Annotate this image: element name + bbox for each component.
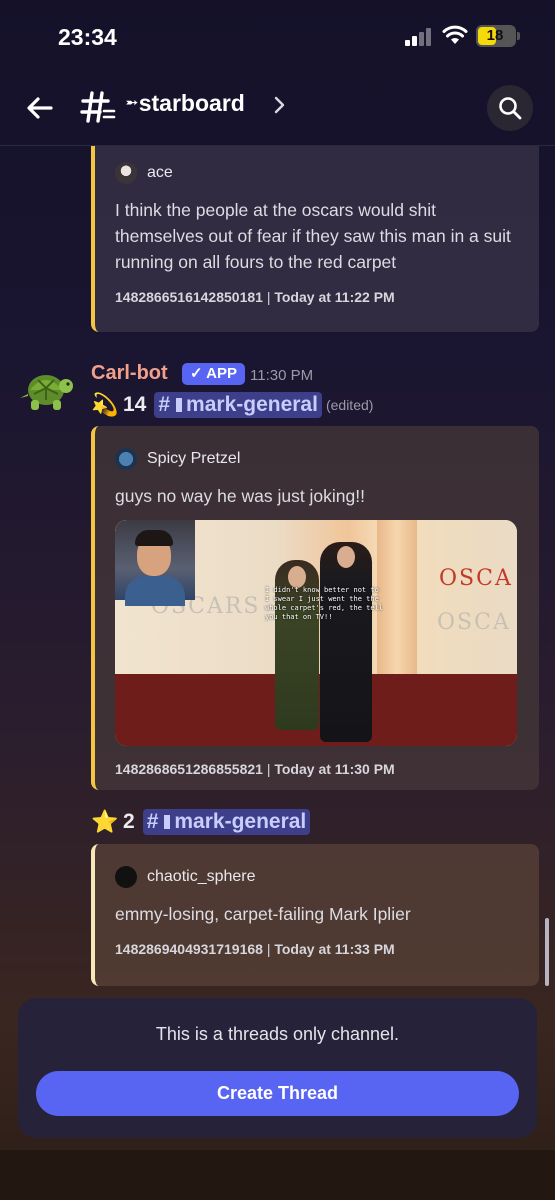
starboard-embed[interactable]: Spicy Pretzel guys no way he was just jo… bbox=[91, 426, 539, 790]
threads-channel-icon bbox=[80, 91, 116, 123]
battery-level: 18 bbox=[486, 27, 504, 44]
message-id: 1482869404931719168 bbox=[115, 941, 263, 957]
avatar bbox=[115, 162, 137, 184]
turtle-avatar[interactable] bbox=[16, 366, 74, 416]
starboard-embed[interactable]: chaotic_sphere emmy-losing, carpet-faili… bbox=[91, 844, 539, 986]
message-id: 1482866516142850181 bbox=[115, 289, 263, 305]
channel-header: ➵starboard bbox=[0, 76, 555, 146]
image-inset bbox=[115, 520, 195, 606]
channel-title[interactable]: ➵starboard bbox=[126, 90, 245, 117]
image-caption: I didn't know better not to I swear I ju… bbox=[265, 586, 384, 621]
star-count: 2 bbox=[123, 810, 135, 833]
chevron-right-icon[interactable] bbox=[272, 95, 286, 115]
channel-mention[interactable]: # mark-general bbox=[154, 392, 322, 418]
mention-hash: # bbox=[158, 393, 171, 416]
image-text-osca: OSCA bbox=[439, 566, 513, 591]
embed-text: I think the people at the oscars would s… bbox=[115, 200, 511, 272]
dizzy-star-icon: 💫 bbox=[91, 392, 119, 417]
status-bar: 23:34 18 bbox=[0, 0, 555, 76]
bottom-safe-area bbox=[0, 1150, 555, 1200]
image-text-osca-2: OSCA bbox=[437, 610, 511, 635]
cellular-signal-icon bbox=[405, 28, 433, 46]
message-timestamp: Today at 11:33 PM bbox=[274, 941, 395, 957]
footer-separator: | bbox=[266, 761, 271, 777]
embed-image[interactable]: OSCARS OSCA OSCA I didn't know better no… bbox=[115, 520, 517, 746]
mention-hash: # bbox=[146, 810, 159, 833]
message-author[interactable]: Carl-bot bbox=[91, 362, 168, 385]
mention-channel-name: mark-general bbox=[174, 810, 307, 833]
status-time: 23:34 bbox=[58, 24, 117, 50]
edited-label: (edited) bbox=[325, 397, 374, 413]
search-icon bbox=[499, 97, 522, 120]
embed-footer: 1482866516142850181 | Today at 11:22 PM bbox=[115, 289, 395, 305]
star-entry-header: ⭐ 2 # mark-general bbox=[91, 809, 311, 835]
avatar bbox=[115, 866, 137, 888]
search-button[interactable] bbox=[487, 85, 533, 131]
channel-name: starboard bbox=[138, 90, 245, 116]
avatar bbox=[115, 448, 137, 470]
channel-type-icon bbox=[164, 815, 171, 829]
app-badge: ✓ APP bbox=[182, 363, 246, 385]
footer-separator: | bbox=[266, 289, 271, 305]
arrow-left-icon[interactable] bbox=[24, 92, 56, 124]
embed-author: chaotic_sphere bbox=[115, 866, 256, 888]
channel-mention[interactable]: # mark-general bbox=[142, 809, 311, 835]
wifi-icon bbox=[442, 25, 468, 44]
message-timestamp: Today at 11:22 PM bbox=[274, 289, 395, 305]
channel-type-icon bbox=[176, 398, 183, 412]
embed-footer: 1482868651286855821 | Today at 11:30 PM bbox=[115, 761, 395, 777]
embed-author: Spicy Pretzel bbox=[115, 448, 240, 470]
star-count: 14 bbox=[123, 393, 147, 416]
embed-footer: 1482869404931719168 | Today at 11:33 PM bbox=[115, 941, 395, 957]
channel-prefix: ➵ bbox=[126, 94, 138, 110]
embed-author: ace bbox=[115, 162, 173, 184]
embed-author-name: chaotic_sphere bbox=[147, 868, 256, 885]
embed-author-name: ace bbox=[147, 164, 173, 181]
battery-indicator: 18 bbox=[476, 25, 520, 47]
create-thread-button[interactable]: Create Thread bbox=[36, 1071, 519, 1116]
footer-separator: | bbox=[266, 941, 271, 957]
starboard-embed[interactable]: ace I think the people at the oscars wou… bbox=[91, 146, 539, 332]
threads-only-notice: This is a threads only channel. bbox=[155, 1024, 400, 1044]
embed-author-name: Spicy Pretzel bbox=[147, 450, 241, 467]
message-id: 1482868651286855821 bbox=[115, 761, 263, 777]
embed-text: emmy-losing, carpet-failing Mark Iplier bbox=[115, 904, 411, 924]
message-timestamp: Today at 11:30 PM bbox=[274, 761, 395, 777]
embed-text: guys no way he was just joking!! bbox=[115, 486, 365, 506]
star-entry-header: 💫 14 # mark-general (edited) bbox=[91, 392, 373, 418]
threads-only-panel: This is a threads only channel. Create T… bbox=[18, 998, 537, 1138]
message-time: 11:30 PM bbox=[250, 367, 314, 384]
star-icon: ⭐ bbox=[91, 809, 119, 834]
mention-channel-name: mark-general bbox=[186, 393, 318, 416]
scrollbar[interactable] bbox=[545, 918, 549, 986]
